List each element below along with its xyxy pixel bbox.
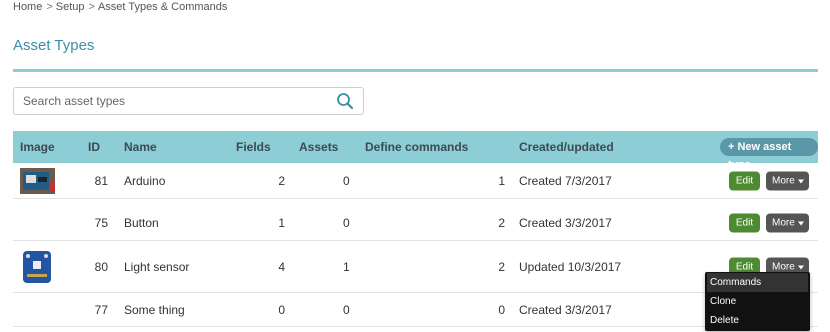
search-icon[interactable] — [336, 92, 354, 110]
row-assets: 0 — [343, 173, 350, 188]
chevron-right-icon: > — [88, 1, 95, 13]
row-id: 81 — [94, 173, 108, 188]
more-button-label: More — [772, 261, 795, 272]
column-header-name[interactable]: Name — [124, 140, 157, 154]
caret-down-icon — [798, 179, 804, 183]
row-created-updated: Created 3/3/2017 — [519, 216, 612, 230]
column-header-fields[interactable]: Fields — [236, 140, 271, 154]
row-id: 77 — [94, 302, 108, 317]
new-asset-type-button[interactable]: + New asset type — [720, 138, 818, 171]
column-header-define-commands: Define commands — [365, 140, 469, 154]
edit-button[interactable]: Edit — [729, 213, 760, 233]
title-divider — [13, 69, 818, 72]
search-box — [13, 87, 364, 115]
more-button-label: More — [772, 175, 795, 186]
column-header-image: Image — [20, 140, 55, 154]
row-define-commands[interactable]: 2 — [465, 260, 505, 274]
table-row: 75 Button 1 0 2 Created 3/3/2017 Edit Mo… — [13, 206, 818, 241]
row-id: 75 — [94, 216, 108, 230]
arduino-image — [20, 167, 55, 194]
more-dropdown-menu: Commands Clone Delete — [705, 272, 810, 331]
edit-button[interactable]: Edit — [729, 171, 760, 190]
more-button[interactable]: More — [766, 213, 809, 233]
table-row: 81 Arduino 2 0 1 Created 7/3/2017 Edit M… — [13, 163, 818, 199]
row-fields: 2 — [278, 173, 285, 188]
row-assets: 0 — [343, 302, 350, 317]
menu-item-commands[interactable]: Commands — [707, 273, 808, 292]
chevron-right-icon: > — [46, 1, 53, 13]
table-row: 80 Light sensor 4 1 2 Updated 10/3/2017 … — [13, 241, 818, 293]
row-fields: 0 — [278, 302, 285, 317]
row-define-commands[interactable]: 1 — [465, 174, 505, 188]
row-name: Some thing — [124, 302, 185, 317]
menu-item-delete[interactable]: Delete — [705, 311, 810, 330]
caret-down-icon — [798, 221, 804, 226]
breadcrumb-home[interactable]: Home — [13, 1, 42, 13]
caret-down-icon — [798, 265, 804, 269]
row-name: Arduino — [124, 173, 166, 188]
row-name: Light sensor — [124, 259, 190, 274]
more-button-label: More — [772, 217, 795, 229]
row-assets: 1 — [343, 259, 350, 274]
menu-item-clone[interactable]: Clone — [705, 292, 810, 311]
row-fields: 1 — [278, 216, 285, 230]
page-title: Asset Types — [13, 37, 95, 54]
table-header: Image ID Name Fields Assets Define comma… — [13, 131, 818, 171]
breadcrumb-current: Asset Types & Commands — [97, 1, 228, 13]
row-created-updated: Created 7/3/2017 — [519, 173, 612, 188]
light-sensor-image — [23, 250, 51, 283]
breadcrumb-setup[interactable]: Setup — [56, 1, 85, 13]
column-header-created-updated[interactable]: Created/updated — [519, 140, 614, 154]
column-header-assets[interactable]: Assets — [299, 140, 338, 154]
row-fields: 4 — [278, 259, 285, 274]
row-id: 80 — [94, 259, 108, 274]
row-assets: 0 — [343, 216, 350, 230]
search-input[interactable] — [23, 88, 333, 114]
breadcrumb: Home > Setup > Asset Types & Commands — [13, 1, 227, 13]
table-row: 77 Some thing 0 0 0 Created 3/3/2017 — [13, 293, 818, 327]
row-name: Button — [124, 216, 159, 230]
row-define-commands[interactable]: 2 — [465, 216, 505, 230]
row-define-commands[interactable]: 0 — [465, 303, 505, 317]
row-created-updated: Updated 10/3/2017 — [519, 259, 622, 274]
column-header-id[interactable]: ID — [88, 140, 100, 154]
more-button[interactable]: More — [766, 171, 809, 190]
row-created-updated: Created 3/3/2017 — [519, 302, 612, 317]
